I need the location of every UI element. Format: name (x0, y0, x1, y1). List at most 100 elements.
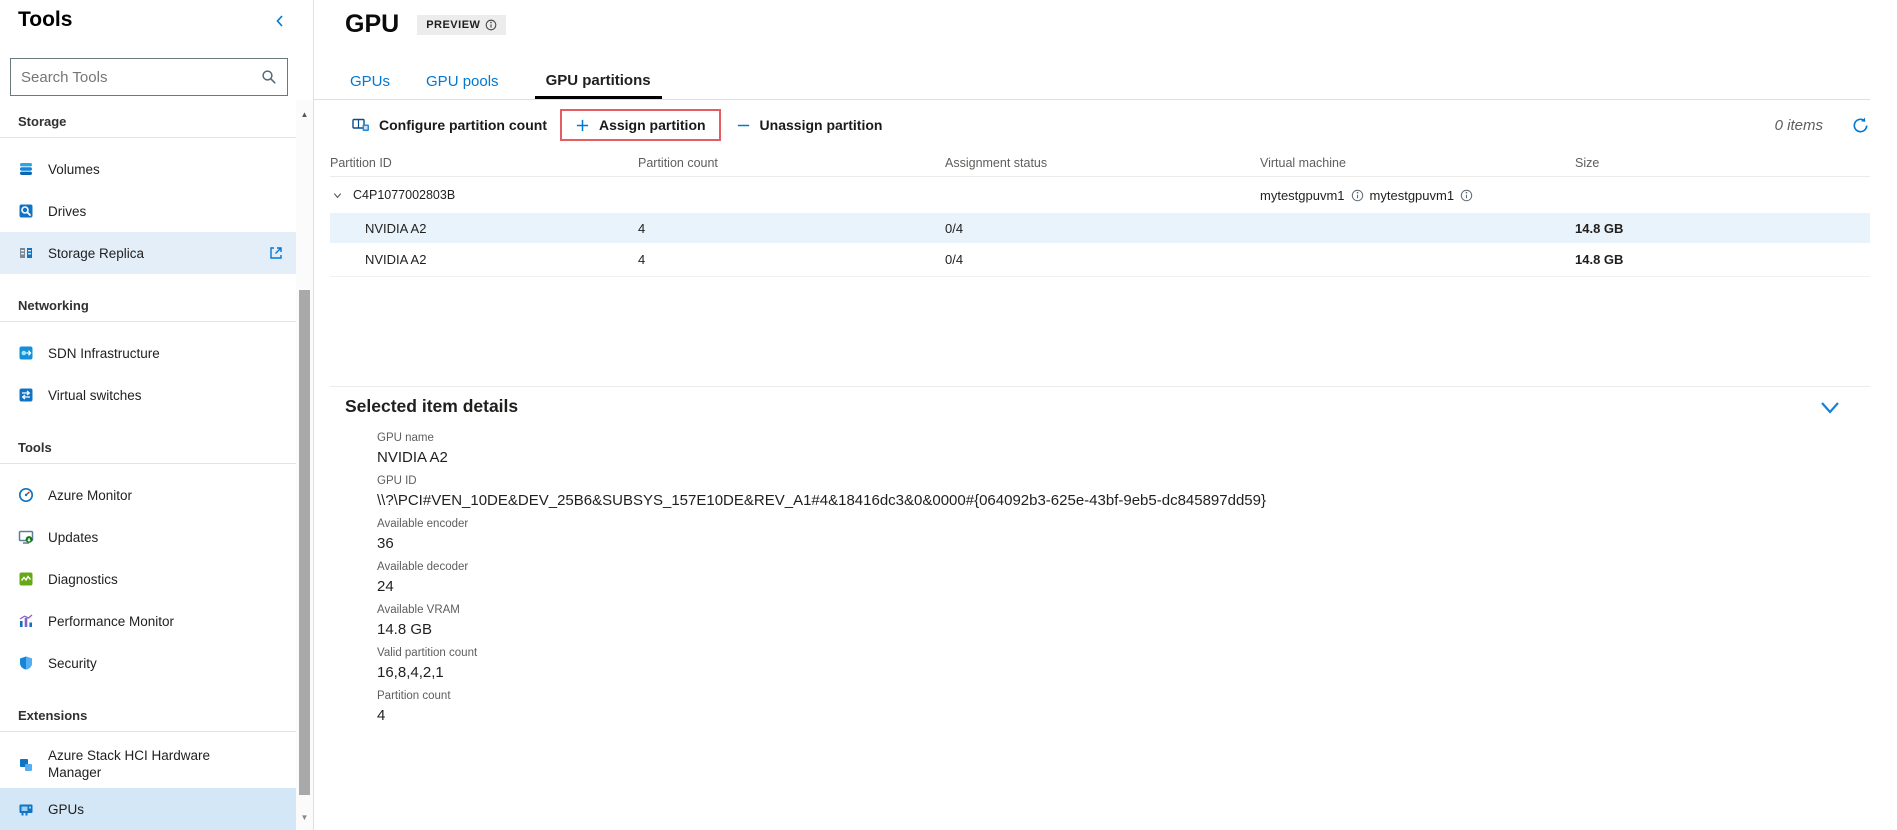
field-label: GPU name (377, 432, 1870, 444)
field-value: \\?\PCI#VEN_10DE&DEV_25B6&SUBSYS_157E10D… (377, 492, 1870, 509)
configure-partition-icon (352, 117, 370, 133)
updates-icon (18, 529, 34, 545)
table-row[interactable]: NVIDIA A2 4 0/4 14.8 GB (330, 243, 1870, 277)
sidebar-item-updates[interactable]: Updates (0, 516, 296, 558)
sidebar-item-label: GPUs (48, 802, 84, 817)
main-content: GPU PREVIEW GPUs GPU pools GPU partition… (314, 0, 1897, 830)
preview-badge: PREVIEW (417, 15, 506, 35)
column-header-partition-count[interactable]: Partition count (638, 156, 945, 170)
info-icon[interactable] (485, 19, 497, 31)
assign-partition-label: Assign partition (599, 117, 706, 133)
external-link-icon[interactable] (268, 245, 284, 261)
section-divider (0, 321, 296, 322)
section-label-extensions: Extensions (0, 694, 296, 731)
sidebar-item-virtual-switches[interactable]: Virtual switches (0, 374, 296, 416)
sidebar-item-label: Diagnostics (48, 572, 118, 587)
info-icon[interactable] (1460, 189, 1473, 202)
detail-field-gpu-name: GPU name NVIDIA A2 (377, 432, 1870, 466)
field-value: NVIDIA A2 (377, 449, 1870, 466)
details-title: Selected item details (345, 396, 1870, 417)
field-label: Available VRAM (377, 604, 1870, 616)
field-value: 4 (377, 707, 1870, 724)
sidebar-item-gpus[interactable]: GPUs (0, 788, 296, 830)
table-group-row[interactable]: C4P1077002803B mytestgpuvm1 mytestgpuvm1 (330, 177, 1870, 213)
sidebar-item-storage-replica[interactable]: Storage Replica (0, 232, 296, 274)
section-divider (0, 137, 296, 138)
field-label: Available decoder (377, 561, 1870, 573)
sidebar-item-label: Drives (48, 204, 86, 219)
storage-replica-icon (18, 245, 34, 261)
page-title: GPU (345, 10, 399, 39)
field-label: Partition count (377, 690, 1870, 702)
section-divider (0, 731, 296, 732)
sidebar-item-label: Storage Replica (48, 246, 144, 261)
vm-link[interactable]: mytestgpuvm1 (1260, 188, 1345, 203)
info-icon[interactable] (1351, 189, 1364, 202)
plus-icon (575, 118, 590, 133)
virtual-switches-icon (18, 387, 34, 403)
group-partition-id: C4P1077002803B (353, 188, 455, 202)
tab-gpus[interactable]: GPUs (350, 73, 390, 100)
column-header-size[interactable]: Size (1575, 156, 1870, 170)
chevron-down-icon[interactable] (332, 190, 343, 201)
scroll-down-arrow-icon[interactable]: ▼ (296, 813, 313, 822)
diagnostics-icon (18, 571, 34, 587)
field-value: 24 (377, 578, 1870, 595)
configure-partition-count-button[interactable]: Configure partition count (352, 117, 547, 133)
sidebar-item-performance-monitor[interactable]: Performance Monitor (0, 600, 296, 642)
table-row[interactable]: NVIDIA A2 4 0/4 14.8 GB (330, 213, 1870, 243)
details-divider (330, 386, 1870, 387)
field-label: Available encoder (377, 518, 1870, 530)
column-header-partition-id[interactable]: Partition ID (330, 156, 638, 170)
sidebar-item-diagnostics[interactable]: Diagnostics (0, 558, 296, 600)
gpu-tabs: GPUs GPU pools GPU partitions (350, 63, 662, 100)
sidebar-scrollbar[interactable]: ▲ ▼ (296, 100, 313, 830)
volumes-icon (18, 161, 34, 177)
cell-assignment-status: 0/4 (945, 221, 1260, 236)
search-input[interactable] (21, 69, 261, 86)
search-tools-box[interactable] (10, 58, 288, 96)
field-value: 16,8,4,2,1 (377, 664, 1870, 681)
sidebar-item-label: Security (48, 656, 97, 671)
scrollbar-thumb[interactable] (299, 290, 310, 795)
refresh-icon[interactable] (1851, 116, 1870, 135)
column-header-assignment-status[interactable]: Assignment status (945, 156, 1260, 170)
gpu-partitions-table: Partition ID Partition count Assignment … (330, 150, 1870, 277)
vm-link[interactable]: mytestgpuvm1 (1370, 188, 1455, 203)
cell-partition-count: 4 (638, 252, 945, 267)
sdn-infrastructure-icon (18, 345, 34, 361)
detail-field-available-encoder: Available encoder 36 (377, 518, 1870, 552)
sidebar-title: Tools (18, 8, 72, 32)
collapse-details-chevron-down-icon[interactable] (1820, 401, 1840, 415)
scroll-up-arrow-icon[interactable]: ▲ (296, 110, 313, 119)
assign-partition-highlight-box: Assign partition (560, 109, 721, 141)
sidebar-item-security[interactable]: Security (0, 642, 296, 684)
configure-partition-count-label: Configure partition count (379, 117, 547, 133)
sidebar-item-sdn-infrastructure[interactable]: SDN Infrastructure (0, 332, 296, 374)
tab-gpu-partitions[interactable]: GPU partitions (535, 72, 662, 100)
ashci-hardware-manager-icon (18, 757, 34, 773)
sidebar-item-label: Performance Monitor (48, 614, 174, 629)
assign-partition-button[interactable]: Assign partition (575, 117, 706, 133)
gpus-icon (18, 801, 34, 817)
sidebar-item-azure-monitor[interactable]: Azure Monitor (0, 474, 296, 516)
field-label: Valid partition count (377, 647, 1870, 659)
drives-icon (18, 203, 34, 219)
azure-monitor-icon (18, 487, 34, 503)
collapse-sidebar-button[interactable] (272, 13, 288, 29)
partition-toolbar: Configure partition count Assign partiti… (314, 100, 1870, 150)
unassign-partition-button[interactable]: Unassign partition (736, 117, 883, 133)
sidebar-item-azure-stack-hci-hardware-manager[interactable]: Azure Stack HCI Hardware Manager (0, 742, 296, 788)
sidebar-item-volumes[interactable]: Volumes (0, 148, 296, 190)
sidebar-item-label: SDN Infrastructure (48, 346, 160, 361)
tab-gpu-pools[interactable]: GPU pools (426, 73, 499, 100)
column-header-virtual-machine[interactable]: Virtual machine (1260, 156, 1575, 170)
field-value: 14.8 GB (377, 621, 1870, 638)
sidebar-item-drives[interactable]: Drives (0, 190, 296, 232)
detail-field-available-vram: Available VRAM 14.8 GB (377, 604, 1870, 638)
unassign-partition-label: Unassign partition (760, 117, 883, 133)
section-divider (0, 463, 296, 464)
section-label-tools: Tools (0, 426, 296, 463)
cell-partition-id: NVIDIA A2 (330, 221, 638, 236)
search-icon[interactable] (261, 69, 277, 85)
